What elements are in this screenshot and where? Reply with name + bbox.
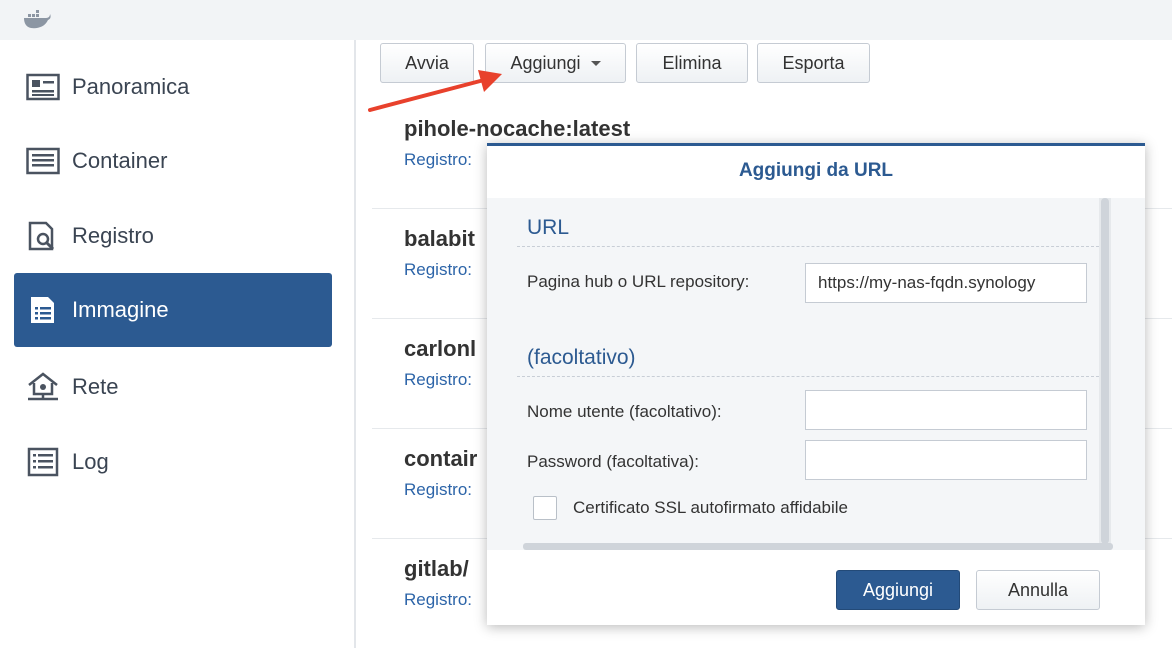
- ssl-checkbox[interactable]: [533, 496, 557, 520]
- export-button-label: Esporta: [782, 52, 845, 73]
- ssl-checkbox-label[interactable]: Certificato SSL autofirmato affidabile: [573, 498, 848, 518]
- network-house-icon: [26, 372, 60, 402]
- sidebar-item-immagine[interactable]: Immagine: [14, 273, 332, 347]
- sidebar-item-label: Immagine: [72, 297, 169, 322]
- image-registry-link[interactable]: Registro:: [404, 260, 472, 280]
- annotation-arrow-icon: [368, 70, 502, 112]
- log-list-icon: [26, 447, 60, 477]
- top-bar: [0, 0, 1172, 40]
- add-button-label: Aggiungi: [510, 52, 581, 73]
- registry-search-icon: [26, 221, 60, 251]
- section-divider: [517, 246, 1099, 247]
- password-input[interactable]: [805, 440, 1087, 480]
- vertical-scrollbar[interactable]: [1099, 198, 1111, 550]
- delete-button-label: Elimina: [662, 52, 722, 73]
- sidebar-item-label: Container: [72, 148, 168, 173]
- url-label: Pagina hub o URL repository:: [527, 272, 750, 291]
- add-from-url-dialog: Aggiungi da URL URL Pagina hub o URL rep…: [487, 143, 1145, 625]
- sidebar-item-registro[interactable]: Registro: [14, 199, 332, 273]
- section-divider: [517, 376, 1099, 377]
- container-list-icon: [26, 146, 60, 176]
- image-registry-link[interactable]: Registro:: [404, 370, 472, 390]
- overview-icon: [26, 72, 60, 102]
- scrollbar-thumb[interactable]: [1101, 198, 1109, 544]
- sidebar-item-label: Log: [72, 449, 109, 474]
- chevron-down-icon: [590, 60, 601, 66]
- sidebar-divider: [354, 40, 356, 648]
- delete-button[interactable]: Elimina: [636, 43, 748, 83]
- sidebar-item-log[interactable]: Log: [14, 425, 332, 499]
- cancel-label: Annulla: [1007, 579, 1069, 600]
- confirm-add-label: Aggiungi: [862, 579, 934, 600]
- dialog-title: Aggiungi da URL: [738, 160, 894, 181]
- username-input[interactable]: [805, 390, 1087, 430]
- username-label: Nome utente (facoltativo):: [527, 402, 722, 421]
- image-name[interactable]: balabit: [404, 226, 475, 252]
- image-name[interactable]: carlonl: [404, 336, 476, 362]
- sidebar-item-label: Registro: [72, 223, 154, 248]
- sidebar-item-label: Panoramica: [72, 74, 190, 99]
- dialog-body: URL Pagina hub o URL repository: https:/…: [487, 198, 1145, 550]
- section-optional-heading: (facoltativo): [527, 346, 636, 369]
- cancel-button[interactable]: Annulla: [976, 570, 1100, 610]
- url-input[interactable]: https://my-nas-fqdn.synology: [805, 263, 1087, 303]
- image-name[interactable]: pihole-nocache:latest: [404, 116, 630, 142]
- image-name[interactable]: contair: [404, 446, 477, 472]
- docker-logo-icon: [24, 10, 51, 29]
- horizontal-scrollbar[interactable]: [523, 543, 1113, 550]
- section-url-heading: URL: [527, 216, 570, 239]
- image-registry-link[interactable]: Registro:: [404, 150, 472, 170]
- confirm-add-button[interactable]: Aggiungi: [836, 570, 960, 610]
- sidebar-item-rete[interactable]: Rete: [14, 350, 332, 424]
- image-name[interactable]: gitlab/: [404, 556, 469, 582]
- image-registry-link[interactable]: Registro:: [404, 590, 472, 610]
- image-list-icon: [26, 295, 60, 325]
- password-label: Password (facoltativa):: [527, 452, 699, 471]
- sidebar-item-label: Rete: [72, 374, 119, 399]
- sidebar-item-container[interactable]: Container: [14, 124, 332, 198]
- image-registry-link[interactable]: Registro:: [404, 480, 472, 500]
- sidebar-item-panoramica[interactable]: Panoramica: [14, 50, 332, 124]
- add-dropdown-button[interactable]: Aggiungi: [485, 43, 626, 83]
- export-button[interactable]: Esporta: [757, 43, 870, 83]
